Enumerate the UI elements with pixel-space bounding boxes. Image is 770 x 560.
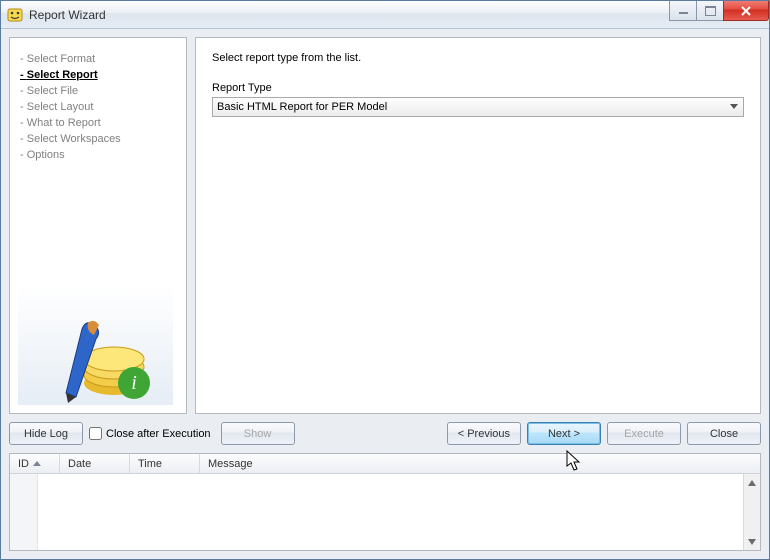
log-col-date[interactable]: Date — [60, 454, 130, 473]
wizard-step[interactable]: - Select Workspaces — [20, 132, 180, 148]
log-col-id-label: ID — [18, 458, 29, 470]
close-after-exec-input[interactable] — [89, 427, 102, 440]
log-col-time[interactable]: Time — [130, 454, 200, 473]
wizard-step[interactable]: - What to Report — [20, 116, 180, 132]
wizard-step[interactable]: - Options — [20, 148, 180, 164]
hide-log-button[interactable]: Hide Log — [9, 422, 83, 445]
execute-button[interactable]: Execute — [607, 422, 681, 445]
window-close-button[interactable] — [723, 1, 769, 21]
log-col-message[interactable]: Message — [200, 454, 760, 473]
log-panel: ID Date Time Message — [9, 453, 761, 551]
sort-asc-icon — [33, 461, 41, 466]
log-rows — [38, 474, 760, 550]
wizard-main-panel: Select report type from the list. Report… — [195, 37, 761, 414]
window-title: Report Wizard — [29, 8, 106, 22]
report-type-label: Report Type — [212, 82, 744, 94]
close-button[interactable]: Close — [687, 422, 761, 445]
log-gutter — [10, 474, 38, 550]
minimize-button[interactable] — [669, 1, 697, 21]
show-button[interactable]: Show — [221, 422, 295, 445]
instruction-text: Select report type from the list. — [212, 52, 744, 64]
scroll-up-icon[interactable] — [744, 474, 760, 491]
previous-button[interactable]: < Previous — [447, 422, 521, 445]
report-type-select[interactable]: Basic HTML Report for PER Model — [212, 97, 744, 117]
wizard-step[interactable]: - Select File — [20, 84, 180, 100]
wizard-step[interactable]: - Select Format — [20, 52, 180, 68]
scroll-down-icon[interactable] — [744, 533, 760, 550]
button-row: Hide Log Close after Execution Show < Pr… — [9, 420, 761, 447]
log-header: ID Date Time Message — [10, 454, 760, 474]
wizard-step[interactable]: - Select Layout — [20, 100, 180, 116]
log-col-id[interactable]: ID — [10, 454, 60, 473]
wizard-step[interactable]: - Select Report — [20, 68, 180, 84]
close-after-exec-checkbox[interactable]: Close after Execution — [89, 427, 211, 440]
svg-text:i: i — [131, 372, 137, 394]
close-after-exec-label: Close after Execution — [106, 428, 211, 440]
log-scrollbar[interactable] — [743, 474, 760, 550]
maximize-button[interactable] — [696, 1, 724, 21]
app-icon — [7, 7, 23, 23]
wizard-steps-panel: - Select Format- Select Report- Select F… — [9, 37, 187, 414]
wizard-decor-image: i — [18, 285, 173, 405]
next-button[interactable]: Next > — [527, 422, 601, 445]
title-bar: Report Wizard — [1, 1, 769, 29]
